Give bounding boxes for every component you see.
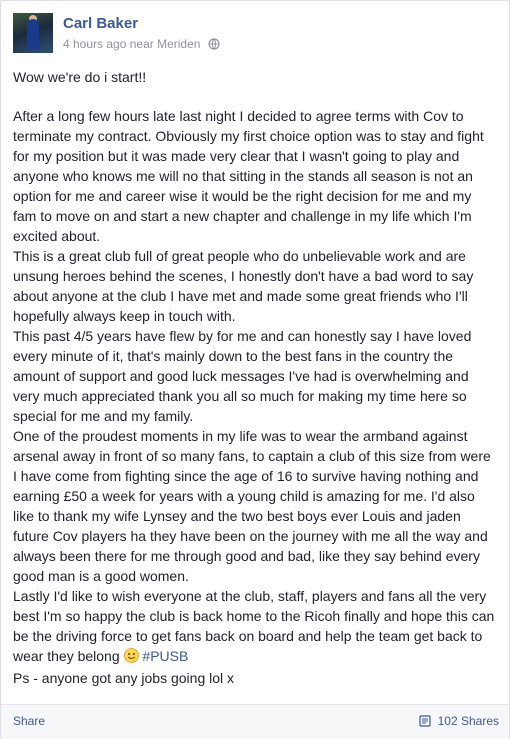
avatar-figure [27, 19, 39, 49]
post-paragraph-4: One of the proudest moments in my life w… [13, 428, 491, 584]
globe-icon [208, 38, 220, 53]
author-avatar[interactable] [13, 13, 53, 53]
hashtag-link[interactable]: #PUSB [142, 648, 188, 664]
post-opening: Wow we're do i start!! [13, 69, 147, 85]
shares-count-link[interactable]: 102 Shares [419, 714, 499, 728]
post-body: Wow we're do i start!! After a long few … [13, 67, 497, 688]
post-paragraph-2: This is a great club full of great peopl… [13, 248, 474, 324]
shares-icon [419, 714, 437, 728]
post-paragraph-1: After a long few hours late last night I… [13, 108, 484, 244]
facebook-post-card: Carl Baker 4 hours ago near Meriden Wow … [0, 0, 510, 739]
post-paragraph-3: This past 4/5 years have flew by for me … [13, 328, 472, 424]
post-footer: Share 102 Shares [1, 704, 509, 739]
post-ps: Ps - anyone got any jobs going lol x [13, 670, 235, 686]
post-closing-text: Lastly I'd like to wish everyone at the … [13, 588, 495, 664]
post-paragraph-5: Lastly I'd like to wish everyone at the … [13, 586, 497, 668]
shares-count-label: 102 Shares [437, 714, 499, 728]
author-name[interactable]: Carl Baker [63, 15, 138, 32]
post-meta: 4 hours ago near Meriden [63, 37, 220, 53]
smiley-emoji-icon [123, 648, 139, 668]
post-timestamp[interactable]: 4 hours ago near Meriden [63, 37, 200, 51]
share-button[interactable]: Share [13, 714, 45, 728]
